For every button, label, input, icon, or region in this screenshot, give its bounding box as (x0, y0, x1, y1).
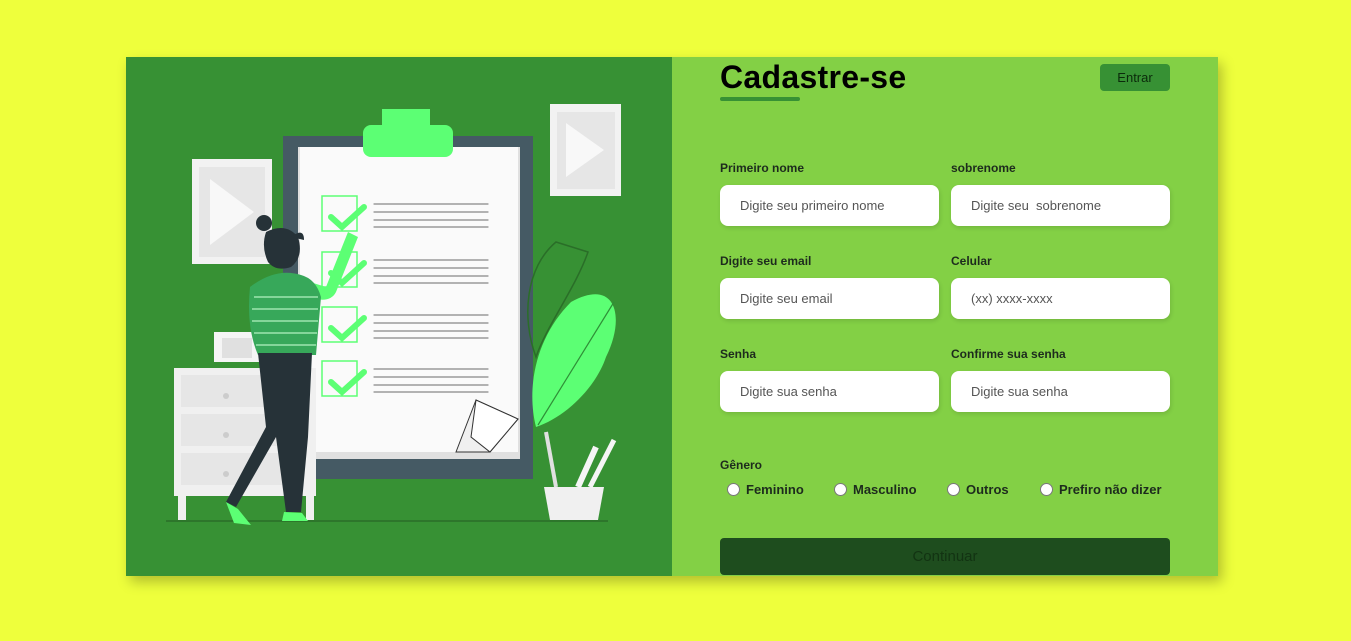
phone-group: Celular (951, 254, 1170, 319)
picture-frame-left (192, 159, 272, 264)
gender-options: Feminino Masculino Outros Prefiro não di… (727, 482, 1177, 502)
continue-button[interactable]: Continuar (720, 538, 1170, 575)
gender-radio-masculino[interactable] (834, 483, 847, 496)
signup-form-panel: Cadastre-se Entrar Primeiro nome sobreno… (672, 57, 1218, 576)
title-underline (720, 97, 800, 101)
email-group: Digite seu email (720, 254, 939, 319)
plant (527, 241, 617, 520)
gender-option-feminino[interactable]: Feminino (727, 482, 804, 497)
last-name-label: sobrenome (951, 161, 1016, 175)
confirm-password-input[interactable] (951, 371, 1170, 412)
illustration-panel (126, 57, 672, 576)
confirm-password-group: Confirme sua senha (951, 347, 1170, 412)
password-input[interactable] (720, 371, 939, 412)
signup-card: Cadastre-se Entrar Primeiro nome sobreno… (126, 57, 1218, 576)
checklist-illustration (166, 104, 621, 525)
gender-option-label: Prefiro não dizer (1059, 482, 1162, 497)
gender-label: Gênero (720, 458, 763, 472)
email-input[interactable] (720, 278, 939, 319)
login-button[interactable]: Entrar (1100, 64, 1170, 91)
last-name-input[interactable] (951, 185, 1170, 226)
phone-input[interactable] (951, 278, 1170, 319)
phone-label: Celular (951, 254, 992, 268)
gender-option-prefiro-nao-dizer[interactable]: Prefiro não dizer (1040, 482, 1162, 497)
gender-option-label: Outros (966, 482, 1009, 497)
password-label: Senha (720, 347, 757, 361)
last-name-group: sobrenome (951, 161, 1170, 226)
password-group: Senha (720, 347, 939, 412)
first-name-group: Primeiro nome (720, 161, 939, 226)
gender-option-label: Feminino (746, 482, 804, 497)
page-title: Cadastre-se (720, 59, 907, 95)
gender-option-masculino[interactable]: Masculino (834, 482, 917, 497)
gender-radio-outros[interactable] (947, 483, 960, 496)
gender-radio-feminino[interactable] (727, 483, 740, 496)
first-name-input[interactable] (720, 185, 939, 226)
gender-radio-prefiro-nao-dizer[interactable] (1040, 483, 1053, 496)
gender-option-outros[interactable]: Outros (947, 482, 1009, 497)
confirm-password-label: Confirme sua senha (951, 347, 1066, 361)
email-label: Digite seu email (720, 254, 812, 268)
gender-option-label: Masculino (853, 482, 917, 497)
first-name-label: Primeiro nome (720, 161, 805, 175)
picture-frame-right (550, 104, 621, 196)
